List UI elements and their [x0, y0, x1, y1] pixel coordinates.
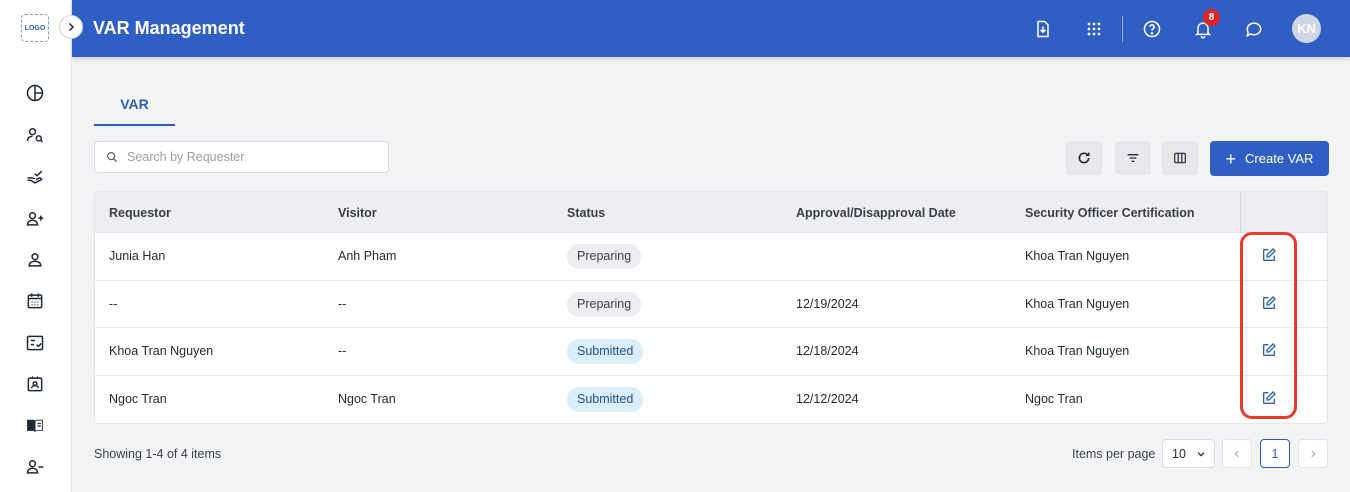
column-header-security-officer[interactable]: Security Officer Certification	[1025, 206, 1195, 220]
chevron-down-icon	[1197, 451, 1205, 457]
page-title: VAR Management	[93, 18, 245, 38]
cell-visitor: --	[338, 344, 347, 358]
filter-icon	[1127, 154, 1139, 162]
refresh-icon	[1078, 152, 1090, 164]
tab-var[interactable]: VAR	[94, 86, 175, 126]
columns-button[interactable]	[1162, 141, 1198, 175]
filter-button[interactable]	[1115, 141, 1151, 175]
book-icon[interactable]	[24, 415, 46, 437]
items-per-page-value: 10	[1172, 446, 1186, 461]
cell-officer: Khoa Tran Nguyen	[1025, 296, 1130, 311]
edit-icon[interactable]	[1261, 390, 1279, 408]
user-icon[interactable]	[24, 249, 46, 271]
create-var-button[interactable]: + Create VAR	[1210, 141, 1329, 176]
cell-officer: Khoa Tran Nguyen	[1025, 344, 1130, 358]
header-divider	[1122, 16, 1123, 42]
chevron-left-icon	[1234, 450, 1239, 457]
cell-officer: Ngoc Tran	[1025, 391, 1083, 406]
cell-date: 12/12/2024	[796, 391, 859, 406]
pagination-summary: Showing 1-4 of 4 items	[94, 447, 222, 461]
apps-grid-icon[interactable]	[1082, 17, 1106, 41]
avatar[interactable]: KN	[1292, 14, 1321, 43]
page-number-button[interactable]: 1	[1260, 439, 1290, 468]
plus-icon: +	[1225, 148, 1237, 169]
cell-date: 12/18/2024	[796, 344, 859, 358]
cell-requestor: Ngoc Tran	[109, 391, 167, 406]
prev-page-button[interactable]	[1222, 439, 1252, 468]
chevron-right-icon	[68, 22, 75, 32]
checklist-icon[interactable]	[24, 332, 46, 354]
app-header: VAR Management 8 KN	[72, 0, 1350, 57]
cell-visitor: Anh Pham	[338, 249, 397, 263]
edit-icon[interactable]	[1261, 295, 1279, 313]
search-icon	[106, 151, 118, 163]
create-var-label: Create VAR	[1245, 151, 1314, 166]
header-separator	[1240, 192, 1241, 233]
refresh-button[interactable]	[1066, 141, 1102, 175]
status-badge: Preparing	[567, 291, 642, 317]
search-box[interactable]	[94, 141, 389, 173]
user-remove-icon[interactable]	[24, 456, 46, 478]
hand-check-icon[interactable]	[24, 166, 46, 188]
status-badge: Submitted	[567, 386, 644, 412]
user-add-icon[interactable]	[24, 208, 46, 230]
cell-requestor: --	[109, 296, 118, 311]
cell-visitor: Ngoc Tran	[338, 391, 396, 406]
cell-requestor: Junia Han	[109, 249, 166, 263]
edit-icon[interactable]	[1261, 342, 1279, 360]
chat-icon[interactable]	[1242, 17, 1266, 41]
download-file-icon[interactable]	[1031, 17, 1055, 41]
id-badge-icon[interactable]	[24, 373, 46, 395]
cell-visitor: --	[338, 296, 347, 311]
cell-officer: Khoa Tran Nguyen	[1025, 249, 1130, 263]
cell-date: 12/19/2024	[796, 296, 859, 311]
table-row[interactable]: Junia Han Anh Pham Preparing Khoa Tran N…	[95, 233, 1327, 281]
table-row[interactable]: Ngoc Tran Ngoc Tran Submitted 12/12/2024…	[95, 376, 1327, 424]
column-header-requestor[interactable]: Requestor	[109, 206, 171, 220]
items-per-page-select[interactable]: 10	[1162, 439, 1215, 468]
calendar-icon[interactable]	[24, 290, 46, 312]
column-header-status[interactable]: Status	[567, 206, 605, 220]
user-search-icon[interactable]	[24, 124, 46, 146]
notification-badge: 8	[1203, 9, 1220, 26]
table-row[interactable]: Khoa Tran Nguyen -- Submitted 12/18/2024…	[95, 328, 1327, 376]
search-input[interactable]	[127, 150, 367, 164]
status-badge: Preparing	[567, 244, 642, 269]
table-header: Requestor Visitor Status Approval/Disapp…	[95, 192, 1327, 233]
columns-icon	[1174, 152, 1186, 164]
column-header-visitor[interactable]: Visitor	[338, 206, 377, 220]
sidebar: LOGO	[0, 0, 72, 492]
table-row[interactable]: -- -- Preparing 12/19/2024 Khoa Tran Ngu…	[95, 281, 1327, 328]
next-page-button[interactable]	[1298, 439, 1328, 468]
pie-chart-icon[interactable]	[24, 82, 46, 104]
var-table: Requestor Visitor Status Approval/Disapp…	[94, 191, 1328, 424]
logo: LOGO	[21, 14, 49, 42]
edit-icon[interactable]	[1261, 247, 1279, 265]
items-per-page-label: Items per page	[1072, 447, 1156, 461]
status-badge: Submitted	[567, 339, 644, 364]
chevron-right-icon	[1311, 450, 1316, 457]
column-header-approval-date[interactable]: Approval/Disapproval Date	[796, 206, 956, 220]
sidebar-toggle-button[interactable]	[59, 15, 83, 39]
help-icon[interactable]	[1140, 17, 1164, 41]
cell-requestor: Khoa Tran Nguyen	[109, 344, 214, 358]
